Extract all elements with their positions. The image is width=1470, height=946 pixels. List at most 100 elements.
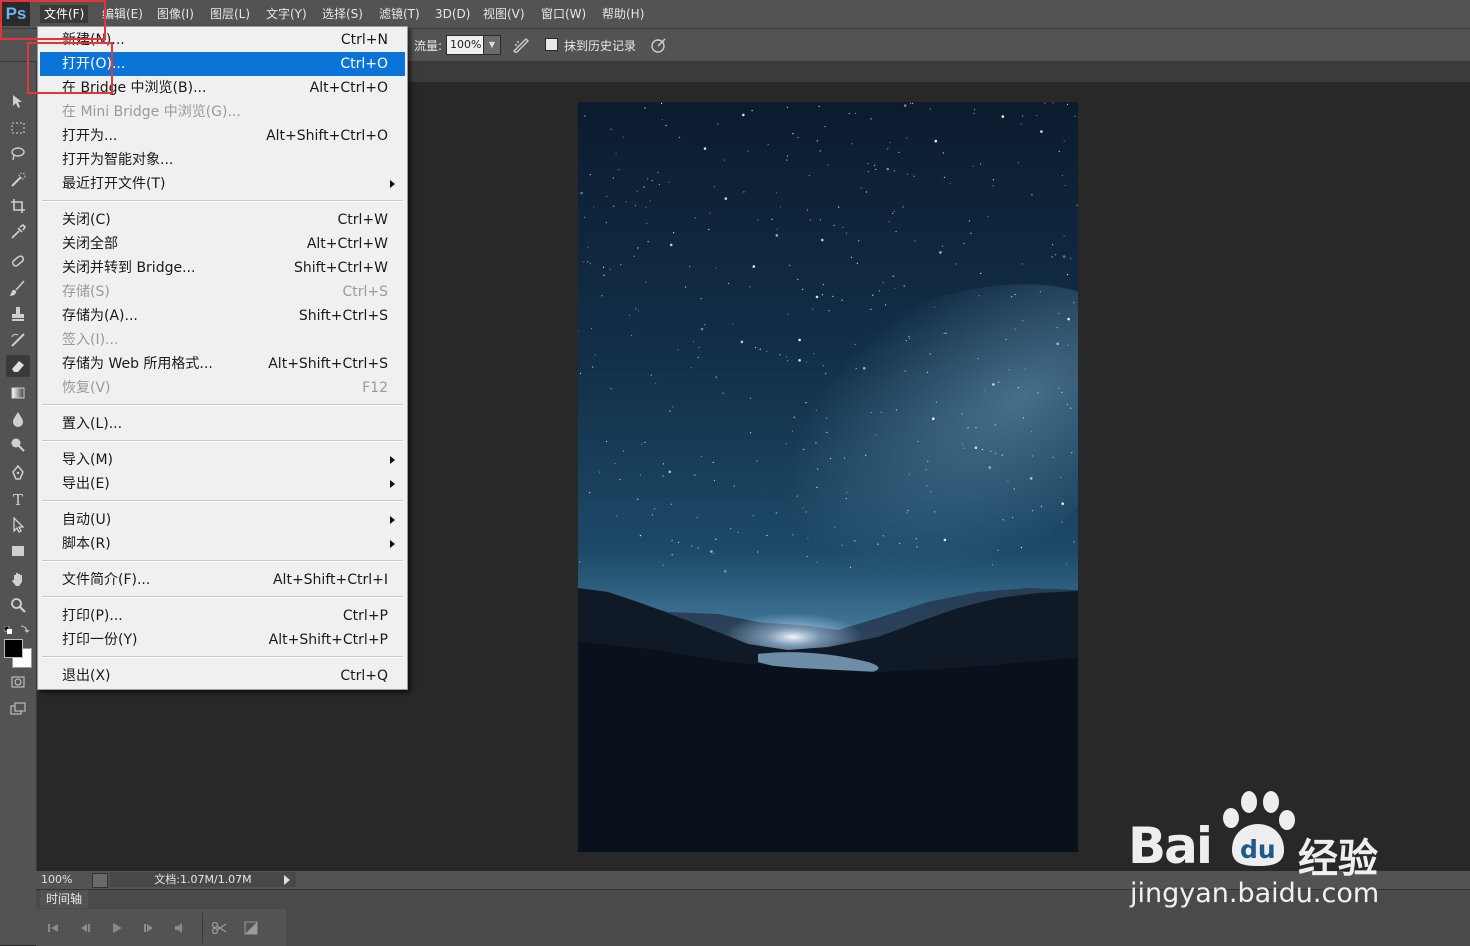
menu-edit[interactable]: 编辑(E) [98,5,147,23]
pressure-icon[interactable] [650,37,668,53]
first-frame-icon[interactable] [46,921,60,935]
path-select-tool-icon[interactable] [6,514,30,536]
star [822,283,824,286]
star [904,370,906,372]
menu-item-new[interactable]: 新建(N)... Ctrl+N [40,28,405,52]
star [826,431,828,433]
star [792,534,794,536]
menu-item-open-smart-object[interactable]: 打开为智能对象... [40,148,405,172]
star [679,136,681,138]
audio-icon[interactable] [172,921,186,935]
gradient-tool-icon[interactable] [6,382,30,404]
marquee-tool-icon[interactable] [6,117,30,139]
zoom-tool-icon[interactable] [6,594,30,616]
star [984,390,986,392]
eraser-tool-icon[interactable] [6,355,30,377]
next-frame-icon[interactable] [142,921,156,935]
menu-layer[interactable]: 图层(L) [206,5,254,23]
menu-help[interactable]: 帮助(H) [598,5,648,23]
crop-tool-icon[interactable] [6,195,30,217]
menu-item-save-as[interactable]: 存储为(A)... Shift+Ctrl+S [40,304,405,328]
menu-item-place[interactable]: 置入(L)... [40,412,405,436]
star [636,190,638,192]
transition-icon[interactable] [244,921,258,935]
star [1030,431,1033,433]
swap-colors-icon[interactable] [20,622,30,633]
menu-select[interactable]: 选择(S) [318,5,367,23]
erase-history-checkbox[interactable] [545,38,558,51]
status-share-icon[interactable] [92,873,108,888]
menu-item-print[interactable]: 打印(P)... Ctrl+P [40,604,405,628]
move-tool-icon[interactable] [6,90,30,112]
menu-item-close-go-bridge[interactable]: 关闭并转到 Bridge... Shift+Ctrl+W [40,256,405,280]
airbrush-icon[interactable] [512,37,530,54]
menu-item-print-one-copy[interactable]: 打印一份(Y) Alt+Shift+Ctrl+P [40,628,405,652]
menu-file[interactable]: 文件(F) [40,5,89,23]
menu-item-exit[interactable]: 退出(X) Ctrl+Q [40,664,405,688]
star [785,356,787,358]
star [787,360,789,362]
star [796,495,798,497]
default-colors-icon[interactable] [3,623,12,634]
prev-frame-icon[interactable] [78,921,92,935]
menu-item-close-all[interactable]: 关闭全部 Alt+Ctrl+W [40,232,405,256]
star [812,308,814,310]
menu-item-export[interactable]: 导出(E) [40,472,405,496]
zoom-level[interactable]: 100% [41,873,72,886]
menu-view[interactable]: 视图(V) [479,5,529,23]
quick-mask-icon[interactable] [6,671,30,693]
menu-item-open-as[interactable]: 打开为... Alt+Shift+Ctrl+O [40,124,405,148]
star [1067,344,1069,347]
menu-3d[interactable]: 3D(D) [431,5,474,23]
brush-tool-icon[interactable] [6,277,30,299]
timeline-tab[interactable]: 时间轴 [40,890,89,908]
type-tool-icon[interactable]: T [6,488,30,510]
star [815,409,817,411]
healing-brush-tool-icon[interactable] [6,250,30,272]
star [578,330,579,332]
star [888,221,890,223]
quick-select-tool-icon[interactable] [6,169,30,191]
star [635,308,637,310]
lasso-tool-icon[interactable] [6,143,30,165]
star [926,485,928,487]
star [651,514,653,516]
star [584,115,586,117]
menu-item-file-info[interactable]: 文件简介(F)... Alt+Shift+Ctrl+I [40,568,405,592]
blur-tool-icon[interactable] [6,408,30,430]
menu-item-import[interactable]: 导入(M) [40,448,405,472]
menu-item-save-for-web[interactable]: 存储为 Web 所用格式... Alt+Shift+Ctrl+S [40,352,405,376]
foreground-color-swatch[interactable] [4,639,23,658]
rectangle-tool-icon[interactable] [6,540,30,562]
menu-item-open-recent[interactable]: 最近打开文件(T) [40,172,405,196]
status-menu-arrow-icon[interactable] [284,875,290,885]
history-brush-tool-icon[interactable] [6,329,30,351]
screen-mode-icon[interactable] [6,698,30,720]
play-icon[interactable] [110,921,124,935]
menu-item-automate[interactable]: 自动(U) [40,508,405,532]
menu-image[interactable]: 图像(I) [153,5,198,23]
dodge-tool-icon[interactable] [6,434,30,456]
menu-type[interactable]: 文字(Y) [262,5,311,23]
star [980,272,982,274]
star [1008,369,1010,371]
clone-stamp-tool-icon[interactable] [6,303,30,325]
split-scissors-icon[interactable] [211,921,227,935]
star [886,167,889,171]
menu-item-scripts[interactable]: 脚本(R) [40,532,405,556]
menu-item-open[interactable]: 打开(O)... Ctrl+O [40,52,405,76]
flow-dropdown-arrow[interactable]: ▼ [483,35,501,55]
star [645,206,647,208]
eyedropper-tool-icon[interactable] [6,221,30,243]
star [722,392,724,394]
menu-window[interactable]: 窗口(W) [537,5,590,23]
pen-tool-icon[interactable] [6,462,30,484]
star [756,460,758,462]
menu-item-close[interactable]: 关闭(C) Ctrl+W [40,208,405,232]
star [673,232,675,234]
menu-filter[interactable]: 滤镜(T) [375,5,424,23]
hand-tool-icon[interactable] [6,568,30,590]
menu-item-browse-bridge[interactable]: 在 Bridge 中浏览(B)... Alt+Ctrl+O [40,76,405,100]
star [661,102,663,104]
flow-input[interactable]: 100% [446,35,487,55]
